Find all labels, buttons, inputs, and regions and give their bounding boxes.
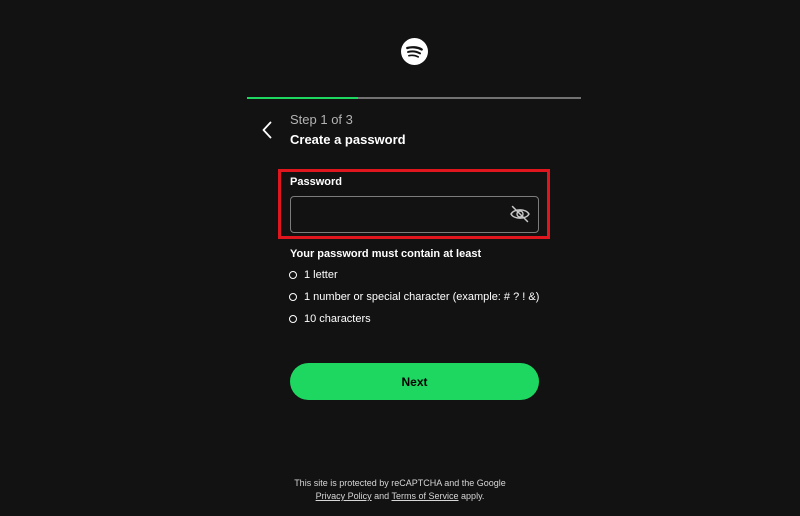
requirement-item: 1 letter xyxy=(289,268,338,282)
terms-of-service-link[interactable]: Terms of Service xyxy=(392,491,459,501)
requirement-status-icon xyxy=(289,293,297,301)
toggle-password-visibility-button[interactable] xyxy=(509,204,531,224)
recaptcha-notice: This site is protected by reCAPTCHA and … xyxy=(294,478,506,488)
requirement-item: 1 number or special character (example: … xyxy=(289,290,539,304)
progress-bar xyxy=(247,97,581,99)
chevron-left-icon xyxy=(262,121,272,139)
requirement-label: 1 letter xyxy=(304,269,338,281)
requirement-label: 10 characters xyxy=(304,313,371,325)
spotify-logo-icon xyxy=(401,38,428,65)
requirement-item: 10 characters xyxy=(289,312,371,326)
password-label: Password xyxy=(290,176,342,188)
legal-suffix-text: apply. xyxy=(461,491,485,501)
eye-off-icon xyxy=(510,205,530,223)
legal-links: Privacy Policy and Terms of Service appl… xyxy=(0,491,800,501)
requirement-label: 1 number or special character (example: … xyxy=(304,291,540,303)
step-indicator: Step 1 of 3 xyxy=(290,112,353,127)
next-button[interactable]: Next xyxy=(290,363,539,400)
requirement-status-icon xyxy=(289,315,297,323)
requirement-status-icon xyxy=(289,271,297,279)
signup-page: Step 1 of 3 Create a password Password Y… xyxy=(0,0,800,516)
page-title: Create a password xyxy=(290,132,406,147)
legal-connector-text: and xyxy=(374,491,390,501)
requirements-heading: Your password must contain at least xyxy=(290,248,482,260)
privacy-policy-link[interactable]: Privacy Policy xyxy=(316,491,372,501)
back-button[interactable] xyxy=(258,119,278,141)
password-input[interactable] xyxy=(290,196,539,233)
progress-bar-fill xyxy=(247,97,359,99)
